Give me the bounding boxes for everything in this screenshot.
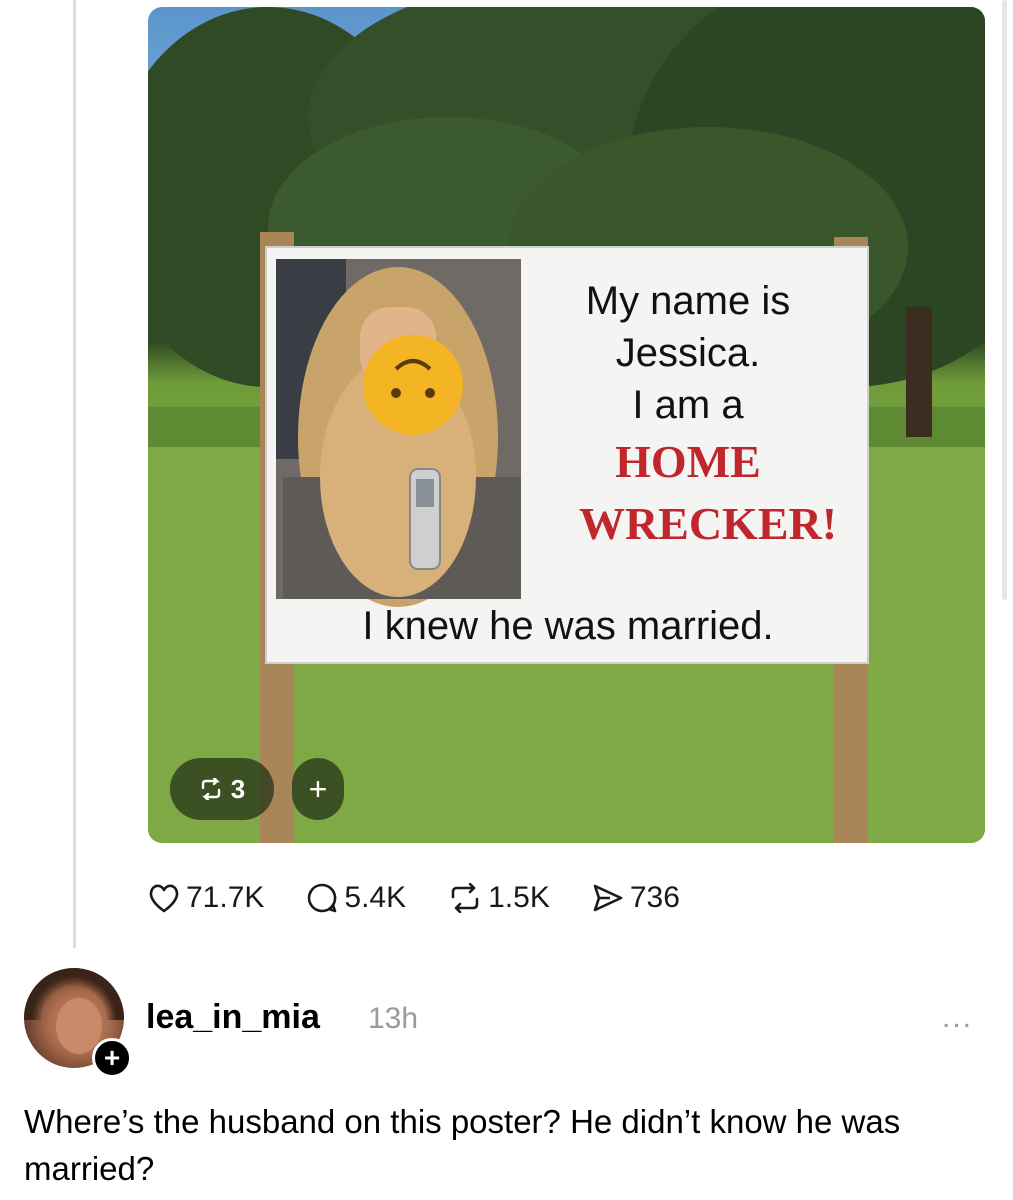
sign-line-4: HOME: [615, 436, 761, 487]
reply-post: + lea_in_mia 13h ... Where’s the husband…: [0, 960, 1013, 1200]
reply-text: Where’s the husband on this poster? He d…: [24, 1103, 901, 1187]
like-button[interactable]: 71.7K: [148, 881, 264, 915]
image-add-button[interactable]: +: [292, 758, 344, 820]
repost-icon: [451, 883, 479, 913]
comment-count: 5.4K: [344, 881, 407, 914]
share-count: 736: [629, 881, 680, 914]
sign-text: My name is Jessica. I am a HOME WRECKER!: [528, 275, 848, 555]
sign-line-2: Jessica.: [615, 331, 761, 375]
comment-button[interactable]: 5.4K: [306, 881, 406, 915]
sign-line-5: WRECKER!: [578, 498, 838, 549]
sign-line-1: My name is: [585, 279, 791, 323]
repost-count: 1.5K: [488, 881, 550, 914]
repost-icon: [201, 778, 220, 800]
send-icon: [593, 884, 623, 912]
image-repost-badge[interactable]: 3: [170, 758, 274, 820]
like-count: 71.7K: [186, 881, 265, 914]
share-button[interactable]: 736: [592, 881, 680, 915]
sign-line-3: I am a: [632, 383, 744, 427]
comment-bubble-icon: [308, 883, 337, 913]
avatar-hair: [24, 968, 124, 1020]
heart-icon: [149, 884, 179, 913]
reply-username[interactable]: lea_in_mia: [146, 998, 320, 1037]
more-dots-icon[interactable]: ...: [942, 1003, 973, 1033]
sign-line-6: I knew he was married.: [362, 604, 774, 648]
follow-button[interactable]: +: [92, 1038, 132, 1078]
post-image[interactable]: My name is Jessica. I am a HOME WRECKER!…: [148, 7, 985, 843]
repost-button[interactable]: 1.5K: [448, 881, 550, 915]
scrollbar[interactable]: [1002, 0, 1007, 600]
thread-line: [73, 0, 76, 948]
add-badge-label: +: [308, 770, 328, 807]
reply-timestamp: 13h: [368, 1002, 419, 1035]
repost-badge-count: 3: [230, 773, 246, 804]
post-actions: 71.7K 5.4K 1.5K 736: [148, 874, 722, 922]
